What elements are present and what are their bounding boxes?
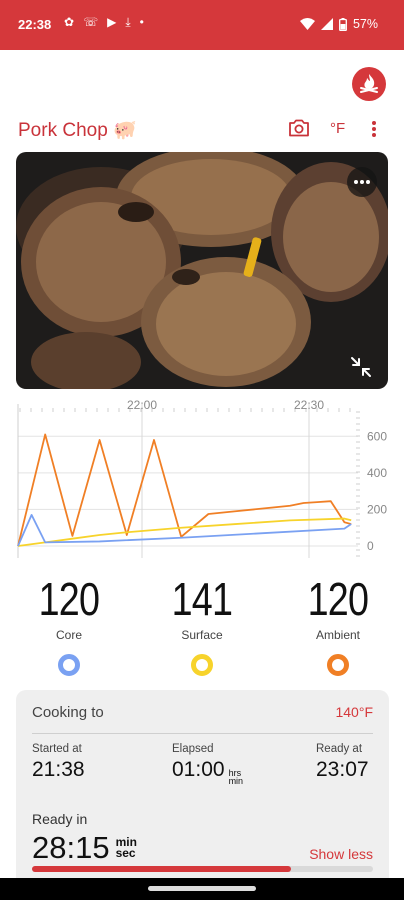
y-tick-label: 400 [367, 466, 387, 480]
cooking-to-label: Cooking to [32, 704, 104, 721]
notification-icon: ☏ [83, 15, 99, 29]
collapse-icon[interactable] [348, 354, 374, 380]
food-photo[interactable] [16, 152, 388, 389]
x-tick-label: 22:30 [294, 398, 324, 412]
campfire-button[interactable] [352, 67, 386, 101]
started-label: Started at [32, 743, 82, 755]
temp-surface-label: Surface [181, 628, 223, 642]
home-handle[interactable] [148, 886, 256, 891]
y-tick-label: 0 [367, 539, 374, 553]
download-icon: ⤓ [125, 15, 131, 29]
temp-ambient-value: 120 [307, 573, 369, 625]
wifi-icon [299, 18, 315, 30]
dot-icon: • [139, 15, 144, 29]
elapsed-stat: Elapsed 01:00 hrs min [172, 743, 244, 786]
more-vert-icon[interactable] [369, 120, 379, 138]
temp-core: 120 Core [9, 572, 129, 676]
ready-at-stat: Ready at 23:07 [316, 743, 369, 782]
elapsed-unit-min: min [228, 776, 244, 786]
temp-ambient-indicator[interactable] [327, 654, 349, 676]
status-bar: 22:38 ✿ ☏ ▶ ⤓ • 57% [0, 0, 404, 50]
temp-core-value: 120 [38, 573, 100, 625]
ready-in-unit-sec: sec [115, 846, 136, 860]
temp-surface-value: 141 [171, 573, 233, 625]
media-icon: ▶ [107, 15, 117, 29]
show-less-link[interactable]: Show less [309, 846, 373, 862]
divider [32, 733, 373, 734]
more-horiz-icon [354, 180, 370, 184]
series-line-0 [17, 433, 352, 547]
y-tick-label: 200 [367, 502, 387, 516]
signal-icon [320, 18, 333, 30]
temperature-chart: 22:00 22:30 600 400 200 0 [17, 398, 387, 558]
cook-progress-bar [32, 866, 373, 872]
temp-surface-indicator[interactable] [191, 654, 213, 676]
ready-in-value: 28:15 [32, 830, 110, 865]
unit-toggle[interactable]: °F [330, 120, 345, 137]
elapsed-value: 01:00 [172, 758, 225, 781]
started-stat: Started at 21:38 [32, 743, 85, 782]
ready-at-value: 23:07 [316, 758, 369, 781]
temp-core-label: Core [55, 628, 82, 642]
cooking-card: Cooking to 140°F Started at 21:38 Elapse… [16, 690, 389, 890]
cook-progress-fill [32, 866, 292, 872]
flame-icon [360, 74, 378, 93]
ready-at-label: Ready at [316, 743, 363, 755]
page-title: Pork Chop 🐖 [18, 120, 137, 141]
photo-more-button[interactable] [347, 167, 377, 197]
status-time: 22:38 [18, 17, 52, 32]
y-tick-label: 600 [367, 429, 387, 443]
system-nav-bar [0, 878, 404, 900]
target-temp[interactable]: 140°F [335, 704, 373, 720]
x-tick-label: 22:00 [127, 398, 157, 412]
temp-core-indicator[interactable] [58, 654, 80, 676]
temp-ambient: 120 Ambient [278, 572, 398, 676]
temp-ambient-label: Ambient [315, 628, 361, 642]
ready-in-label: Ready in [32, 811, 88, 827]
elapsed-label: Elapsed [172, 743, 214, 755]
battery-icon [339, 17, 347, 31]
pinwheel-icon: ✿ [64, 15, 75, 29]
started-value: 21:38 [32, 758, 85, 781]
temp-surface: 141 Surface [142, 572, 262, 676]
camera-icon[interactable] [288, 119, 310, 137]
battery-percent: 57% [352, 17, 378, 31]
